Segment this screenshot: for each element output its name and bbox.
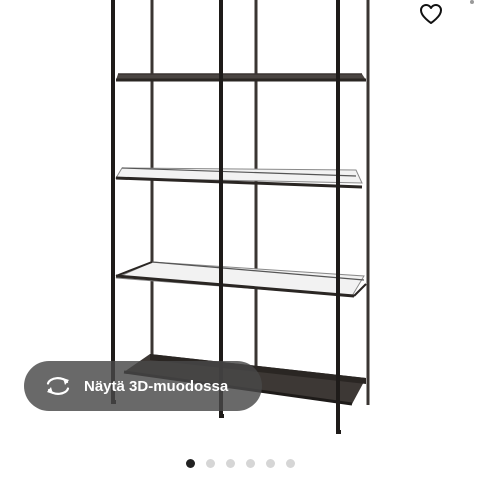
view-3d-button[interactable]: Näytä 3D-muodossa [24, 361, 262, 411]
product-image-gallery[interactable]: Näytä 3D-muodossa [0, 0, 480, 480]
overflow-indicator [470, 0, 474, 4]
pager-dot-6[interactable] [285, 458, 295, 468]
pager-dot-5[interactable] [265, 458, 275, 468]
view-3d-label: Näytä 3D-muodossa [84, 377, 229, 395]
pager-dot-3[interactable] [225, 458, 235, 468]
favorite-button[interactable] [414, 0, 448, 28]
pager-dot-2[interactable] [205, 458, 215, 468]
rotate-3d-icon [44, 375, 72, 397]
pager-dot-4[interactable] [245, 458, 255, 468]
pager-dot-1[interactable] [185, 458, 195, 468]
image-pager [0, 456, 480, 470]
heart-outline-icon [419, 3, 443, 25]
